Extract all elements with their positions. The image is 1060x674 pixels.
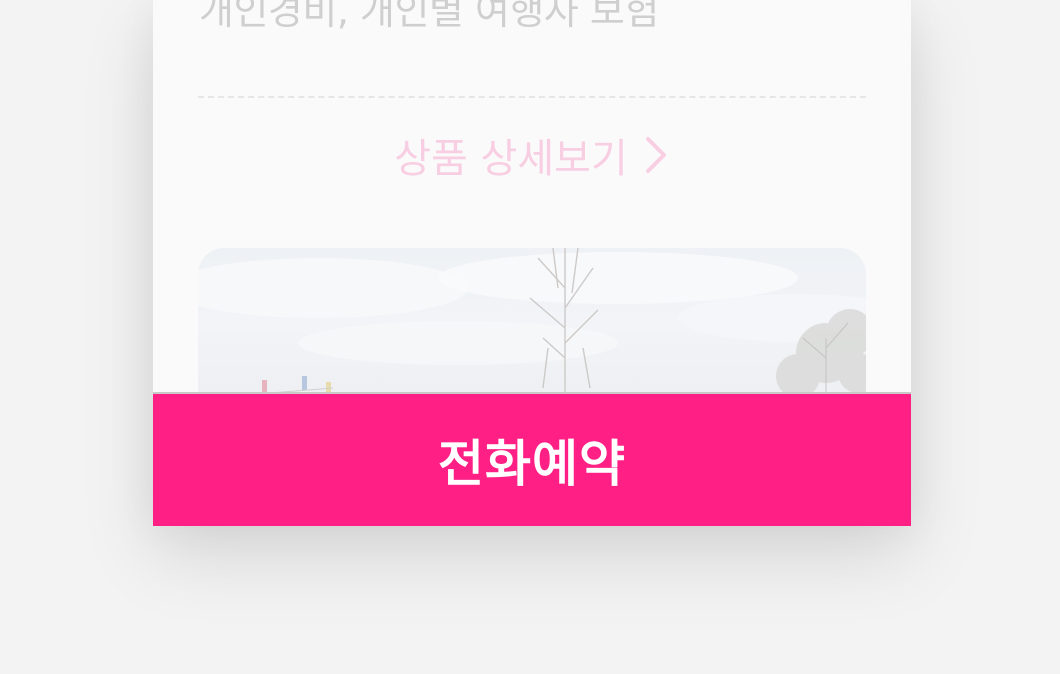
product-detail-link[interactable]: 상품 상세보기 [153, 126, 911, 184]
phone-reservation-button[interactable]: 전화예약 [153, 392, 911, 526]
mobile-viewport: 개인경비, 개인별 여행자 보험 상품 상세보기 전화예약 [153, 0, 911, 526]
product-detail-label: 상품 상세보기 [394, 136, 628, 182]
product-content[interactable]: 개인경비, 개인별 여행자 보험 상품 상세보기 [153, 0, 911, 392]
page-background: 개인경비, 개인별 여행자 보험 상품 상세보기 전화예약 [0, 0, 1060, 674]
photo-scenery [198, 248, 866, 392]
section-divider [198, 96, 866, 98]
phone-reservation-label: 전화예약 [438, 435, 626, 493]
chevron-right-icon [642, 135, 670, 175]
product-photo[interactable] [198, 248, 866, 392]
included-items-text: 개인경비, 개인별 여행자 보험 [199, 0, 659, 33]
